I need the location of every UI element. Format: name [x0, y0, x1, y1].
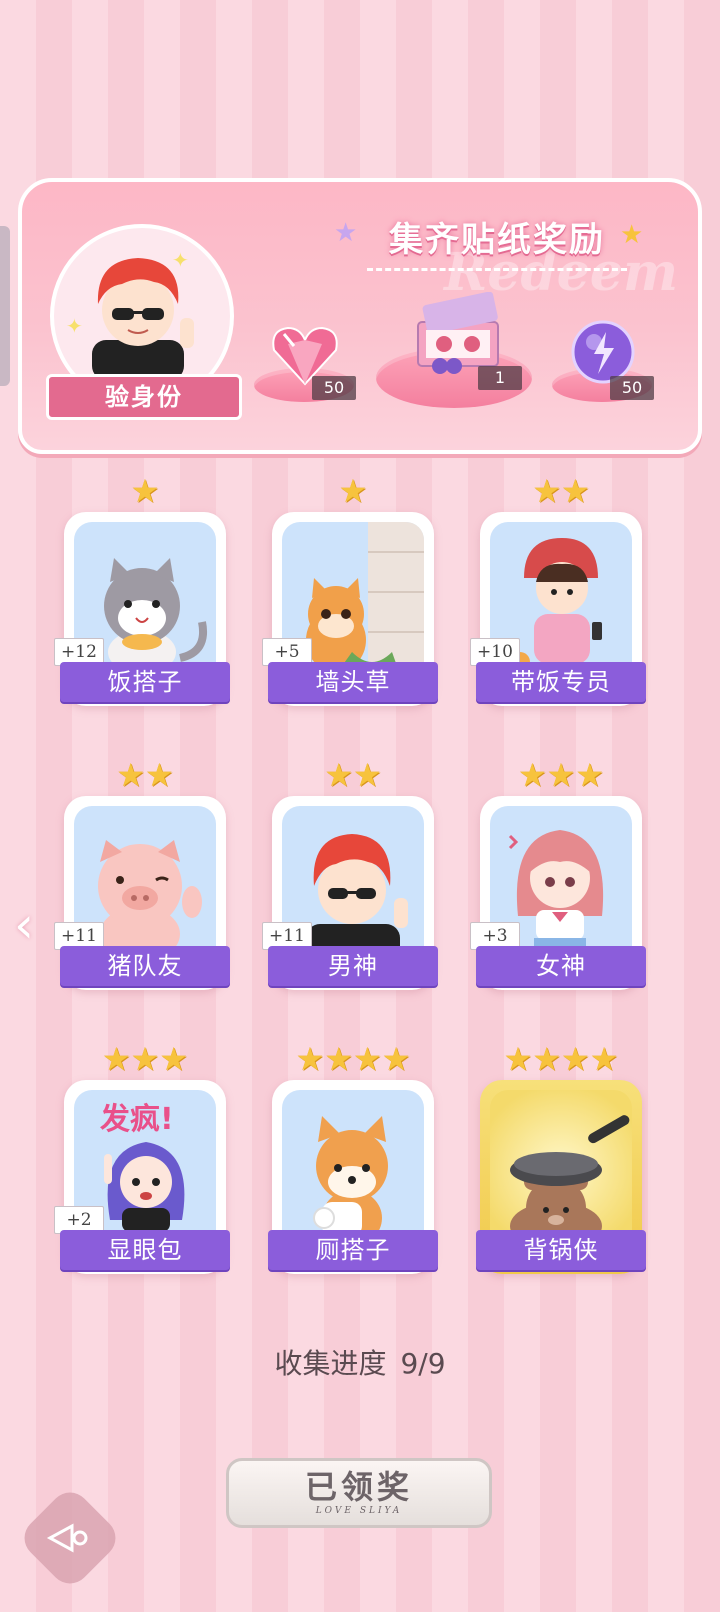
sticker-card[interactable]: ★★ +11 男神: [262, 756, 440, 994]
sticker-name: 带饭专员: [476, 662, 646, 702]
star-icon: ★: [334, 218, 358, 248]
sticker-card[interactable]: ★ +5 墙头草: [262, 472, 440, 710]
card-frame-gold: 背锅侠: [476, 1080, 646, 1274]
reward-banner: Redeem ★ 集齐贴纸奖励 ★ ✦ ✦ 验身份 50 1 50: [18, 178, 702, 454]
progress-label: 收集进度: [274, 1347, 387, 1380]
purple-energy-orb-icon: [571, 320, 635, 384]
card-frame: +11 猪队友: [54, 796, 230, 990]
card-frame: +3 女神: [470, 796, 646, 990]
card-stars: ★★★: [517, 756, 605, 794]
card-frame: +10 带饭专员: [470, 512, 646, 706]
shiba-dog-icon: [313, 1116, 388, 1246]
sticker-card[interactable]: ★★★★ 背锅侠: [474, 1042, 648, 1278]
sticker-card[interactable]: ★★ +11 猪队友: [54, 756, 232, 994]
sticker-name: 男神: [268, 946, 438, 986]
collection-progress: 收集进度 9/9: [0, 1342, 720, 1382]
avatar: [92, 258, 194, 380]
reward-quantity: 50: [312, 376, 356, 400]
card-frame: 厕搭子: [268, 1080, 438, 1274]
card-stars: ★: [338, 472, 368, 510]
banner-title: 集齐贴纸奖励: [367, 212, 627, 271]
progress-value: 9/9: [400, 1347, 446, 1380]
sticker-name: 显眼包: [60, 1230, 230, 1270]
sticker-name: 墙头草: [268, 662, 438, 702]
card-stars: ★★: [532, 472, 590, 510]
back-arrow-icon: [46, 1523, 88, 1553]
card-stars: ★★★★: [295, 1040, 411, 1078]
bear-with-pan-icon: [510, 1115, 630, 1248]
sticker-art: [490, 1090, 632, 1248]
card-stars: ★★: [116, 756, 174, 794]
card-stars: ★★: [324, 756, 382, 794]
sticker-card[interactable]: ★★★ 发疯! +2 显眼包: [54, 1040, 232, 1278]
sticker-card[interactable]: ★★ +10 带饭专员: [470, 472, 648, 710]
sticker-art: [282, 1090, 424, 1248]
sparkle-icon: ✦: [66, 314, 83, 338]
reward-quantity: 50: [610, 376, 654, 400]
sticker-card[interactable]: ★★★ +3 女神: [470, 756, 648, 994]
claimed-button[interactable]: 已领奖 LOVE SLIYA: [226, 1458, 492, 1528]
previous-page-arrow-icon[interactable]: ‹: [14, 900, 44, 950]
sticker-card[interactable]: ★★★★ 厕搭子: [266, 1042, 440, 1278]
sticker-name: 厕搭子: [268, 1230, 438, 1270]
card-stars: ★★★★: [503, 1040, 619, 1078]
card-stars: ★★★: [101, 1040, 189, 1078]
sticker-name: 猪队友: [60, 946, 230, 986]
card-frame: +12 饭搭子: [54, 512, 230, 706]
reward-quantity: 1: [478, 366, 522, 390]
card-frame: +5 墙头草: [262, 512, 438, 706]
sticker-name: 背锅侠: [476, 1230, 646, 1270]
star-icon: ★: [620, 220, 644, 250]
sparkle-icon: ✦: [172, 248, 189, 272]
side-drawer-tab[interactable]: [0, 226, 10, 386]
sticker-name: 饭搭子: [60, 662, 230, 702]
card-stars: ★: [130, 472, 160, 510]
card-frame: +11 男神: [262, 796, 438, 990]
verify-identity-button[interactable]: 验身份: [46, 374, 242, 420]
gift-box-icon: [417, 292, 499, 374]
claim-button-label: 已领奖: [304, 1468, 413, 1506]
sticker-name: 女神: [476, 946, 646, 986]
claim-button-subtitle: LOVE SLIYA: [315, 1506, 403, 1516]
card-frame: 发疯! +2 显眼包: [54, 1080, 230, 1274]
sticker-card[interactable]: ★ +12 饭搭子: [54, 472, 232, 710]
